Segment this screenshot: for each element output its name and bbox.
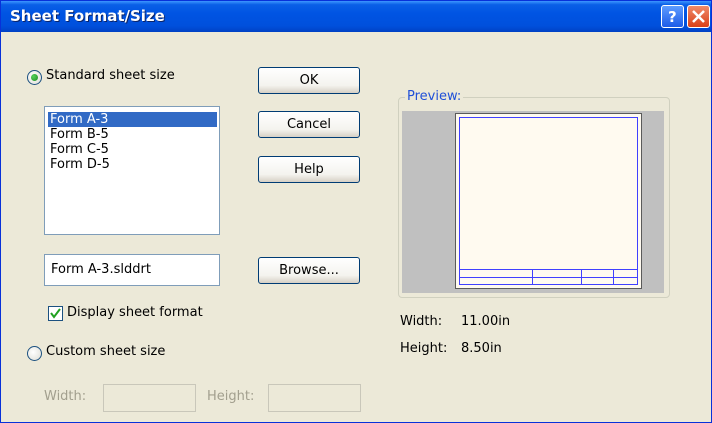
close-button[interactable]	[687, 5, 710, 28]
custom-size-label: Custom sheet size	[46, 344, 166, 359]
preview-height-value: 8.50in	[461, 341, 502, 356]
window-title: Sheet Format/Size	[10, 7, 165, 25]
preview-width-label: Width:	[400, 314, 443, 329]
standard-size-radio[interactable]	[27, 70, 42, 85]
help-icon: ?	[668, 8, 677, 26]
title-bar[interactable]: Sheet Format/Size ?	[1, 1, 711, 32]
ok-button[interactable]: OK	[258, 67, 360, 94]
help-title-button[interactable]: ?	[661, 5, 684, 28]
title-block-divider	[459, 277, 638, 278]
custom-size-radio[interactable]	[27, 346, 42, 361]
cancel-button[interactable]: Cancel	[258, 111, 360, 138]
preview-height-label: Height:	[400, 341, 448, 356]
custom-height-field[interactable]	[268, 384, 361, 412]
browse-button[interactable]: Browse...	[258, 257, 360, 284]
custom-width-label: Width:	[44, 389, 87, 404]
list-item-form-c5[interactable]: Form C-5	[48, 142, 217, 157]
display-format-label: Display sheet format	[67, 305, 203, 320]
title-block-divider	[532, 269, 533, 285]
help-button[interactable]: Help	[258, 156, 360, 183]
custom-width-field[interactable]	[103, 384, 196, 412]
sheet-format-list[interactable]: Form A-3 Form B-5 Form C-5 Form D-5	[44, 106, 220, 235]
title-block-divider	[613, 269, 614, 285]
standard-size-label: Standard sheet size	[46, 68, 175, 83]
preview-title: Preview:	[405, 89, 464, 104]
list-item-form-a3[interactable]: Form A-3	[48, 112, 217, 127]
preview-width-value: 11.00in	[461, 314, 511, 329]
preview-sheet-border	[459, 117, 638, 285]
sheet-format-dialog: Sheet Format/Size ? Standard sheet size …	[0, 0, 712, 423]
custom-height-label: Height:	[207, 389, 255, 404]
checkmark-icon	[50, 308, 61, 319]
sheet-format-file-field[interactable]: Form A-3.slddrt	[44, 254, 220, 286]
title-block-divider	[581, 269, 582, 285]
list-item-form-d5[interactable]: Form D-5	[48, 157, 217, 172]
display-format-checkbox[interactable]	[48, 306, 63, 321]
svg-text:?: ?	[668, 8, 677, 26]
list-item-form-b5[interactable]: Form B-5	[48, 127, 217, 142]
close-icon	[692, 10, 705, 23]
